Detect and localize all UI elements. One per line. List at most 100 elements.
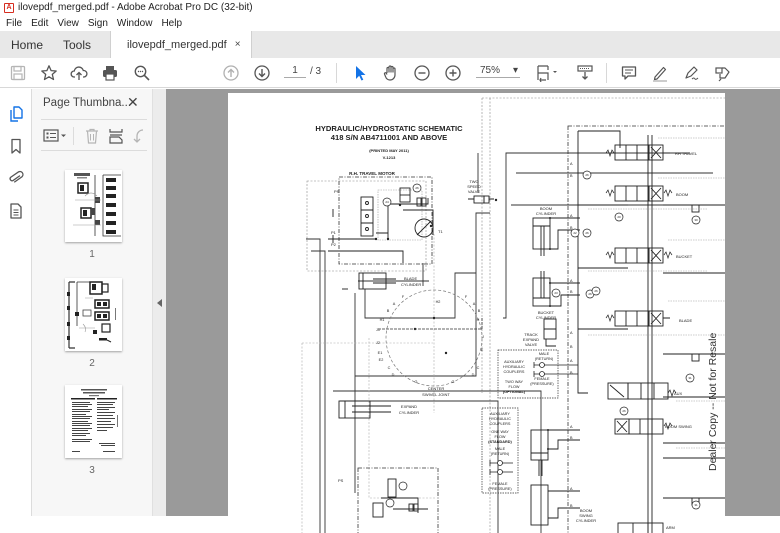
svg-text:E: E [481, 348, 484, 352]
page-thumbnail-3[interactable] [65, 385, 122, 458]
hand-tool-icon[interactable] [380, 62, 402, 84]
svg-text:J2: J2 [376, 341, 380, 345]
svg-text:D: D [472, 373, 475, 377]
svg-text:C: C [477, 366, 480, 370]
scroll-mode-icon[interactable] [574, 62, 596, 84]
find-zoom-icon[interactable] [131, 62, 153, 84]
svg-text:H1: H1 [380, 318, 385, 322]
comment-icon[interactable] [618, 62, 640, 84]
label-rh-travel: RH TRAVEL [675, 151, 698, 156]
panel-splitter[interactable] [152, 89, 166, 516]
menu-help[interactable]: Help [161, 18, 182, 29]
delete-page-icon[interactable] [83, 127, 101, 145]
svg-text:C: C [388, 366, 391, 370]
label-blade: BLADE [679, 318, 692, 323]
bookmark-star-icon[interactable] [38, 62, 60, 84]
page-thumbnail-1[interactable] [65, 170, 122, 242]
svg-text:A: A [570, 487, 573, 491]
svg-text:(OPTIONAL): (OPTIONAL) [503, 390, 526, 394]
svg-text:TWO WAY: TWO WAY [505, 380, 524, 384]
svg-text:H: H [477, 318, 480, 322]
page-thumbnails-icon[interactable] [7, 105, 25, 123]
highlight-pen-icon[interactable] [649, 62, 671, 84]
page-navigation: 1 / 3 [284, 65, 321, 78]
svg-text:FEMALE: FEMALE [534, 377, 550, 381]
menu-view[interactable]: View [57, 18, 79, 29]
svg-text:CYLINDER: CYLINDER [536, 211, 556, 216]
svg-text:B: B [570, 174, 573, 178]
svg-text:MALE: MALE [539, 352, 550, 356]
svg-text:26: 26 [585, 173, 589, 177]
bookmark-icon[interactable] [7, 137, 25, 155]
thumbnail-schematic-preview [67, 281, 116, 349]
upload-cloud-icon[interactable] [68, 62, 90, 84]
svg-text:A: A [473, 302, 476, 306]
svg-text:CYLINDER: CYLINDER [401, 282, 421, 287]
svg-text:22: 22 [573, 231, 577, 235]
svg-text:MALE: MALE [495, 447, 506, 451]
svg-text:26: 26 [594, 289, 598, 293]
svg-text:23: 23 [554, 291, 558, 295]
collapse-panel-icon[interactable] [157, 299, 162, 307]
svg-text:24: 24 [385, 200, 389, 204]
tab-bar: Home Tools ilovepdf_merged.pdf × [0, 31, 780, 58]
tab-close-icon[interactable]: × [235, 39, 241, 50]
document-code: V-1213 [383, 155, 396, 160]
print-icon[interactable] [99, 62, 121, 84]
zoom-out-icon[interactable] [411, 62, 433, 84]
svg-text:CYLINDER: CYLINDER [576, 518, 596, 523]
sign-icon[interactable] [681, 62, 703, 84]
svg-text:VALVE: VALVE [525, 342, 538, 347]
menu-window[interactable]: Window [117, 18, 153, 29]
options-menu-icon[interactable] [43, 127, 69, 145]
svg-text:B: B [570, 226, 573, 230]
svg-text:T1: T1 [438, 229, 443, 234]
undo-icon[interactable] [131, 127, 147, 145]
svg-text:26: 26 [588, 292, 592, 296]
document-viewport[interactable]: HYDRAULIC/HYDROSTATIC SCHEMATIC 418 S/N … [166, 89, 780, 533]
acrobat-pdf-icon: A [4, 2, 14, 13]
insert-page-icon[interactable] [107, 127, 125, 145]
page-up-icon[interactable] [220, 62, 242, 84]
current-page-input[interactable]: 1 [284, 65, 306, 78]
attachment-icon[interactable] [7, 169, 25, 187]
close-icon[interactable]: ✕ [127, 94, 139, 111]
svg-text:31: 31 [688, 376, 692, 380]
tab-tools[interactable]: Tools [63, 31, 91, 58]
window-title: ilovepdf_merged.pdf - Adobe Acrobat Pro … [18, 2, 253, 13]
tab-home[interactable]: Home [11, 31, 43, 58]
thumbnail-page-number: 2 [89, 358, 95, 369]
tab-document[interactable]: ilovepdf_merged.pdf × [110, 31, 252, 58]
select-cursor-icon[interactable] [349, 62, 371, 84]
svg-text:20: 20 [617, 215, 621, 219]
pdf-page: HYDRAULIC/HYDROSTATIC SCHEMATIC 418 S/N … [228, 93, 725, 533]
share-icon[interactable] [712, 62, 734, 84]
zoom-in-icon[interactable] [442, 62, 464, 84]
svg-text:B: B [387, 309, 390, 313]
watermark-text: Dealer Copy -- Not for Resale [707, 333, 719, 471]
menu-edit[interactable]: Edit [31, 18, 48, 29]
svg-text:A: A [570, 359, 573, 363]
svg-text:(PRESSURE): (PRESSURE) [530, 382, 554, 386]
label-blade-cylinder: BLADE [404, 276, 417, 281]
label-boom: BOOM [676, 192, 688, 197]
label-aux-one-way: AUXILIARY [490, 412, 510, 416]
svg-text:FLOW: FLOW [495, 435, 506, 439]
svg-text:B: B [570, 345, 573, 349]
zoom-level-dropdown[interactable]: 75% ▾ [476, 65, 520, 78]
thumbnail-page-number: 1 [89, 249, 95, 260]
label-rh-travel-motor: R.H. TRAVEL MOTOR [349, 171, 396, 176]
document-properties-icon[interactable] [7, 202, 25, 220]
fit-page-icon[interactable] [533, 62, 563, 84]
svg-text:SWIVEL JOINT: SWIVEL JOINT [422, 392, 450, 397]
menu-file[interactable]: File [6, 18, 22, 29]
thumbnail-schematic-preview [73, 173, 121, 237]
save-icon[interactable] [7, 62, 29, 84]
page-thumbnail-2[interactable] [65, 278, 122, 351]
menu-sign[interactable]: Sign [88, 18, 108, 29]
panel-title: Page Thumbna... [43, 97, 132, 109]
page-down-icon[interactable] [251, 62, 273, 84]
svg-text:CYLINDER: CYLINDER [399, 410, 419, 415]
svg-text:COUPLERS: COUPLERS [490, 422, 511, 426]
thumbnail-page-number: 3 [89, 465, 95, 476]
